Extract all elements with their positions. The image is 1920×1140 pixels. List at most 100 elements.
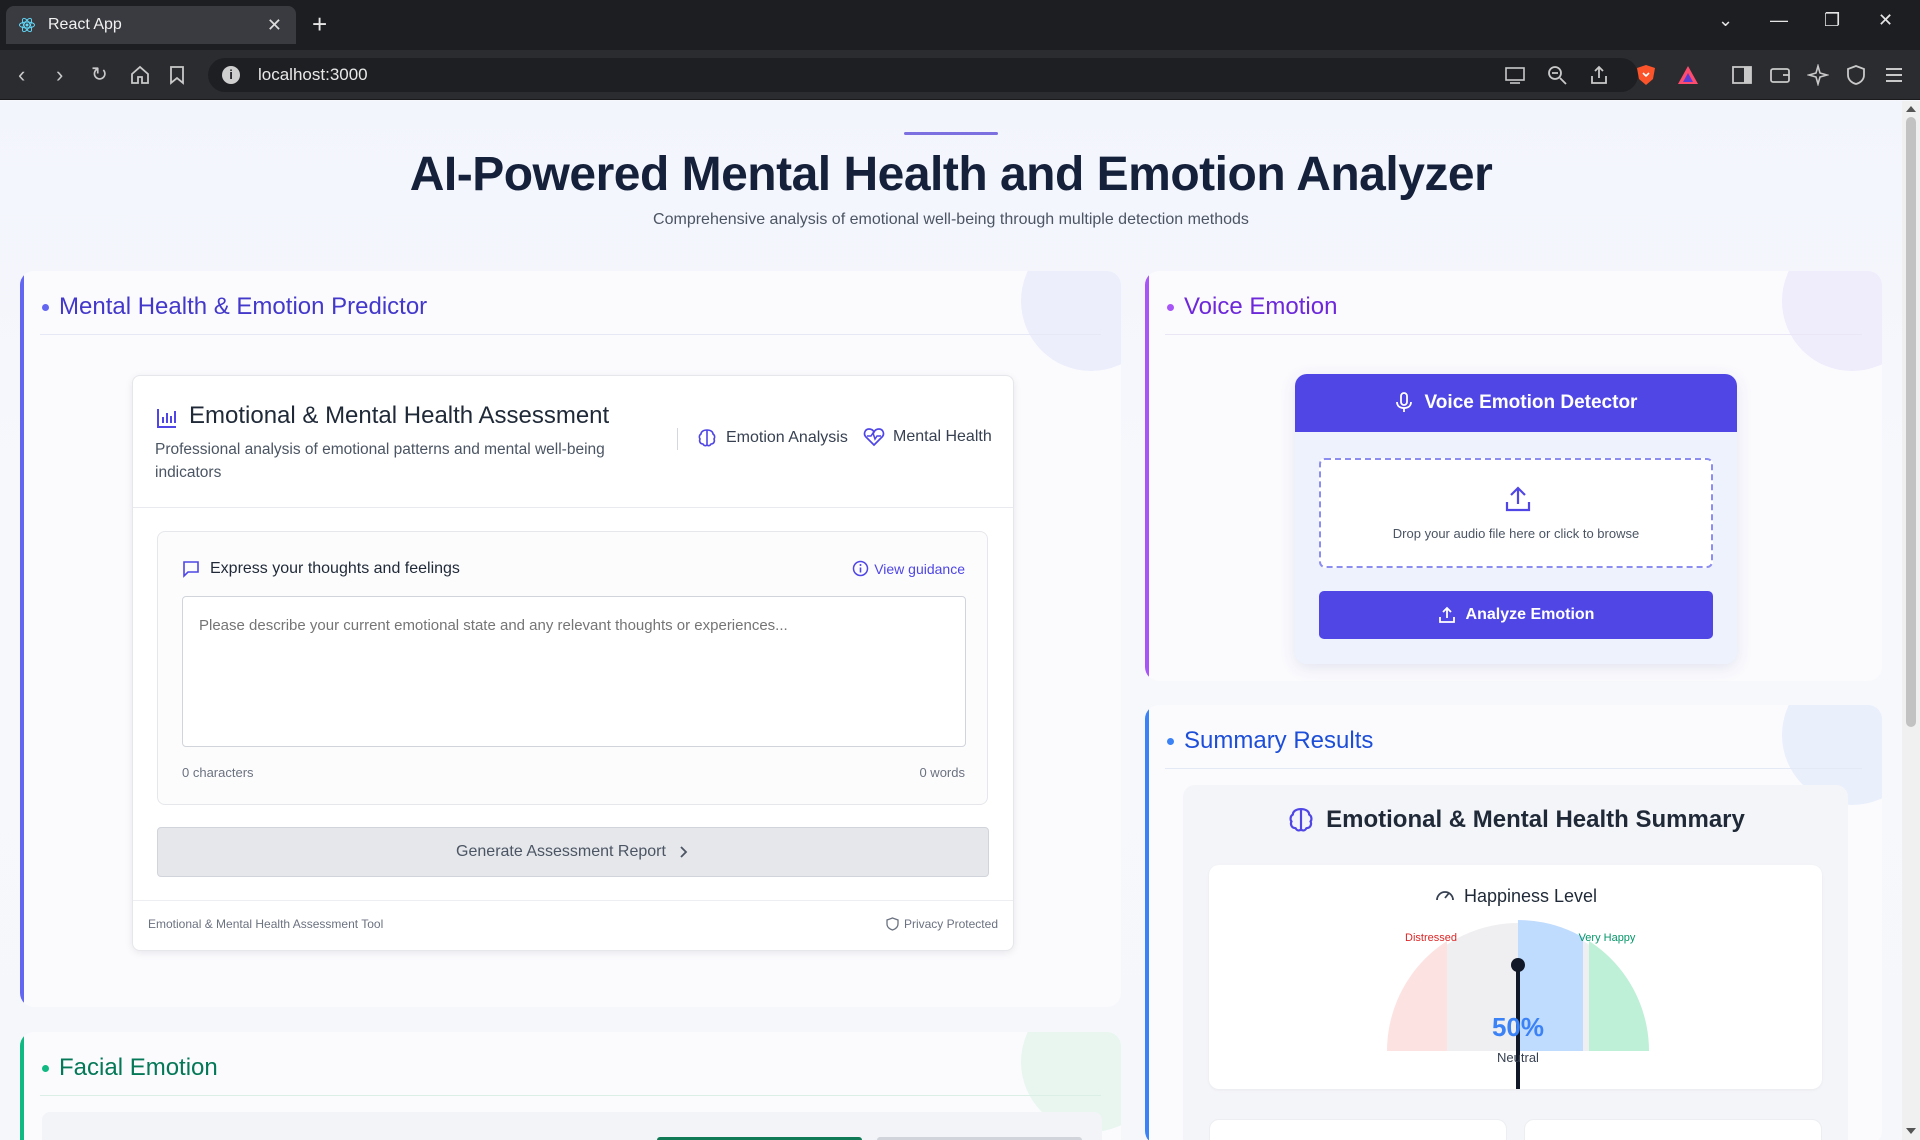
summary-metric-card	[1524, 1119, 1822, 1140]
close-tab-icon[interactable]: ✕	[267, 15, 282, 36]
reload-icon[interactable]: ↻	[91, 63, 108, 87]
audio-drop-zone[interactable]: Drop your audio file here or click to br…	[1319, 458, 1713, 568]
restore-icon[interactable]: ❐	[1824, 10, 1840, 31]
privacy-badge: Privacy Protected	[886, 917, 998, 931]
panel-corner-decoration	[1782, 271, 1882, 371]
page-title: AI-Powered Mental Health and Emotion Ana…	[409, 148, 1493, 201]
leo-ai-icon[interactable]	[1807, 64, 1829, 86]
emotion-analysis-label: Emotion Analysis	[726, 429, 848, 446]
drop-zone-text: Drop your audio file here or click to br…	[1392, 526, 1640, 541]
summary-card: Emotional & Mental Health Summary Happin…	[1183, 785, 1848, 1140]
gauge-value: 50%	[1492, 1012, 1544, 1042]
page-scrollbar[interactable]	[1902, 101, 1920, 1140]
mental-health-label: Mental Health	[893, 428, 992, 445]
facial-content-area	[42, 1112, 1102, 1140]
brain-icon	[1289, 807, 1313, 832]
message-square-icon	[183, 561, 199, 578]
happiness-gauge-card: Happiness Level Distressed Very Happy 50…	[1209, 865, 1822, 1089]
browser-tab[interactable]: React App ✕	[6, 6, 296, 44]
page-subtitle-text: Comprehensive analysis of emotional well…	[653, 211, 1249, 228]
browser-toolbar: ‹ › ↻ i localhost:3000	[0, 50, 1920, 100]
address-bar[interactable]: i localhost:3000	[208, 58, 1638, 92]
panel-divider	[40, 1095, 1101, 1096]
summary-title-text: Emotional & Mental Health Summary	[1326, 806, 1745, 833]
analyze-emotion-button[interactable]: Analyze Emotion	[1319, 591, 1713, 639]
share-icon[interactable]	[1588, 64, 1610, 86]
view-guidance-link[interactable]: View guidance	[852, 560, 965, 577]
brave-shield-icon[interactable]	[1635, 64, 1657, 86]
hero-accent-line	[904, 132, 998, 135]
page-viewport: AI-Powered Mental Health and Emotion Ana…	[0, 101, 1902, 1140]
info-icon	[852, 560, 869, 577]
thoughts-textarea[interactable]	[182, 596, 966, 747]
thoughts-label: Express your thoughts and feelings	[210, 560, 460, 577]
cast-icon[interactable]	[1504, 64, 1526, 86]
card-footer-divider	[133, 900, 1013, 901]
bullet-dot	[42, 1064, 49, 1072]
generate-report-label: Generate Assessment Report	[456, 843, 666, 860]
sidebar-toggle-icon[interactable]	[1731, 64, 1753, 86]
assessment-card: Emotional & Mental Health Assessment Pro…	[132, 375, 1014, 951]
panel-title: Voice Emotion	[1167, 293, 1337, 321]
panel-accent	[1145, 705, 1149, 1140]
word-count: 0 words	[919, 765, 965, 780]
panel-corner-decoration	[1021, 271, 1121, 371]
new-tab-icon[interactable]: +	[312, 10, 327, 38]
panel-divider	[1165, 334, 1862, 335]
back-icon[interactable]: ‹	[18, 63, 25, 87]
tab-title: React App	[48, 16, 122, 33]
predictor-panel: Mental Health & Emotion Predictor Emotio…	[20, 271, 1121, 1007]
voice-detector-card: Voice Emotion Detector Drop your audio f…	[1295, 374, 1737, 664]
generate-report-button[interactable]: Generate Assessment Report	[157, 827, 989, 877]
voice-detector-title: Voice Emotion Detector	[1424, 392, 1638, 413]
home-icon[interactable]	[129, 65, 151, 85]
gauge-right-label: Very Happy	[1579, 932, 1636, 944]
brave-rewards-icon[interactable]	[1677, 64, 1699, 86]
privacy-label: Privacy Protected	[903, 917, 998, 931]
microphone-icon	[1395, 392, 1412, 412]
minimize-icon[interactable]: —	[1770, 10, 1788, 31]
card-header-divider	[133, 507, 1013, 508]
upload-icon	[1438, 606, 1455, 623]
panel-title-text: Facial Emotion	[59, 1054, 218, 1081]
mental-health-badge: Mental Health	[863, 427, 992, 447]
panel-accent	[20, 271, 24, 1007]
vpn-shield-icon[interactable]	[1845, 64, 1867, 86]
analyze-emotion-label: Analyze Emotion	[1465, 606, 1595, 623]
assessment-title: Emotional & Mental Health Assessment	[189, 402, 610, 429]
panel-divider	[40, 334, 1101, 335]
url-text: localhost:3000	[258, 65, 368, 84]
summary-metric-card	[1209, 1119, 1507, 1140]
zoom-icon[interactable]	[1546, 64, 1568, 86]
scroll-up-icon[interactable]	[1906, 106, 1916, 112]
panel-accent	[20, 1032, 24, 1140]
heart-pulse-icon	[863, 428, 885, 447]
panel-title-text: Summary Results	[1184, 727, 1374, 754]
wallet-icon[interactable]	[1769, 64, 1791, 86]
site-info-icon[interactable]: i	[222, 66, 240, 84]
voice-detector-header: Voice Emotion Detector	[1295, 374, 1737, 432]
summary-title: Emotional & Mental Health Summary	[1183, 805, 1848, 835]
scrollbar-thumb[interactable]	[1906, 117, 1916, 727]
footer-tool-name: Emotional & Mental Health Assessment Too…	[148, 917, 384, 931]
header-vertical-divider	[677, 428, 678, 450]
scroll-down-icon[interactable]	[1906, 1128, 1916, 1134]
happiness-label: Happiness Level	[1209, 885, 1822, 907]
facial-panel: Facial Emotion	[20, 1032, 1121, 1140]
gauge-left-label: Distressed	[1405, 932, 1457, 944]
happiness-label-text: Happiness Level	[1463, 885, 1598, 906]
close-window-icon[interactable]: ✕	[1878, 10, 1893, 31]
forward-icon[interactable]: ›	[56, 63, 63, 87]
menu-icon[interactable]	[1883, 64, 1905, 86]
panel-title-text: Mental Health & Emotion Predictor	[59, 293, 428, 320]
bookmark-icon[interactable]	[169, 65, 185, 85]
chevron-right-icon	[680, 846, 688, 858]
thoughts-input-box: Express your thoughts and feelings View …	[157, 531, 988, 805]
gauge-needle-tip	[1511, 958, 1525, 972]
panel-title: Facial Emotion	[42, 1054, 218, 1082]
bullet-dot	[1167, 303, 1174, 311]
shield-icon	[886, 917, 899, 931]
gauge-state-label: Neutral	[1497, 1050, 1539, 1065]
panel-accent	[1145, 271, 1149, 681]
tab-list-chevron-icon[interactable]: ⌄	[1718, 10, 1733, 31]
